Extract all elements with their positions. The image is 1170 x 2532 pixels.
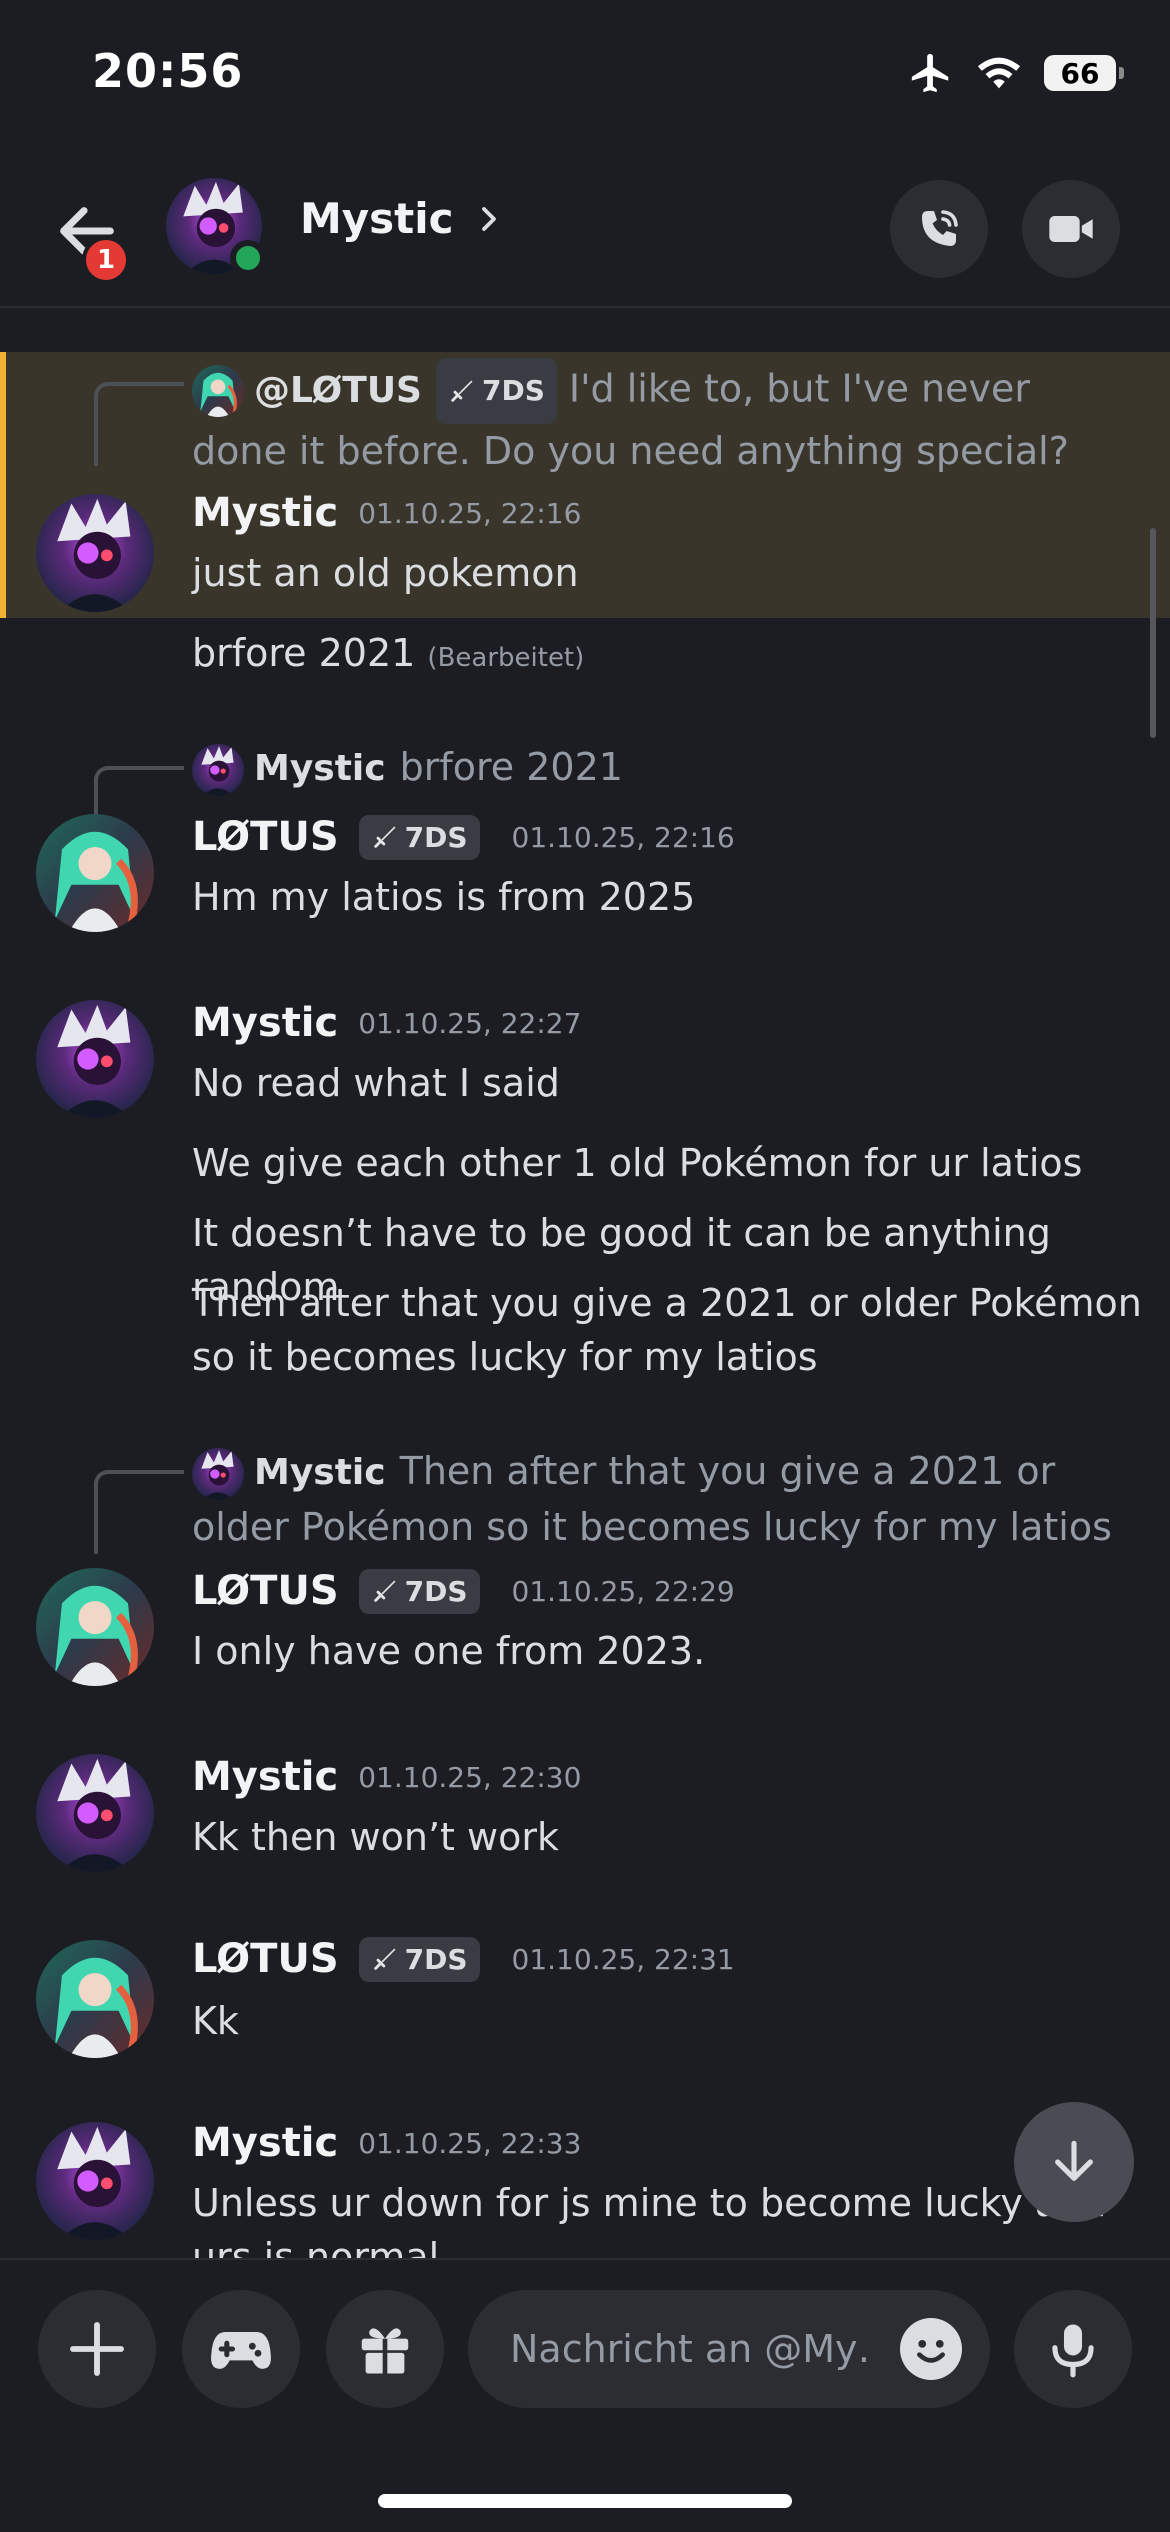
avatar[interactable] — [36, 1568, 154, 1686]
author-name[interactable]: LØTUS — [192, 814, 339, 860]
timestamp: 01.10.25, 22:16 — [358, 496, 582, 530]
server-tag: 7DS — [358, 1568, 480, 1614]
timestamp: 01.10.25, 22:31 — [511, 1942, 735, 1976]
battery-indicator: 66 — [1044, 55, 1124, 91]
avatar[interactable] — [36, 814, 154, 932]
reply-author[interactable]: Mystic — [254, 748, 386, 789]
author-name[interactable]: Mystic — [192, 1754, 338, 1800]
chat-header: 1 Mystic — [0, 150, 1170, 308]
sword-icon — [371, 1577, 399, 1605]
message-input-box[interactable] — [468, 2290, 990, 2408]
video-call-button[interactable] — [1022, 180, 1120, 278]
author-name[interactable]: Mystic — [192, 490, 338, 536]
avatar[interactable] — [36, 1754, 154, 1872]
reply-author[interactable]: @LØTUS — [254, 370, 422, 411]
avatar[interactable] — [36, 2122, 154, 2240]
message-header: Mystic 01.10.25, 22:27 — [192, 1000, 581, 1046]
avatar[interactable] — [36, 1000, 154, 1118]
gamepad-icon — [211, 2332, 271, 2369]
message-header: LØTUS 7DS 01.10.25, 22:29 — [192, 1568, 735, 1614]
timestamp: 01.10.25, 22:27 — [358, 1006, 582, 1040]
timestamp: 01.10.25, 22:29 — [511, 1574, 735, 1608]
home-indicator[interactable] — [378, 2494, 792, 2508]
reply-author[interactable]: Mystic — [254, 1452, 386, 1493]
message-text: Unless ur down for js mine to become luc… — [192, 2181, 1107, 2258]
gift-icon — [361, 2328, 409, 2374]
server-tag: 7DS — [358, 1936, 480, 1982]
online-status-dot — [230, 240, 266, 276]
message-text: brfore 2021 (Bearbeitet) — [192, 631, 585, 675]
timestamp: 01.10.25, 22:16 — [511, 820, 735, 854]
message-text: No read what I said — [192, 1061, 560, 1105]
author-name[interactable]: Mystic — [192, 2120, 338, 2166]
sword-icon — [371, 823, 399, 851]
sword-icon — [371, 1945, 399, 1973]
reply-avatar — [192, 1448, 244, 1500]
plus-icon — [70, 2322, 124, 2376]
microphone-icon — [1052, 2324, 1094, 2378]
scrollbar[interactable] — [1150, 528, 1156, 738]
voice-call-button[interactable] — [890, 180, 988, 278]
server-tag: 7DS — [358, 814, 480, 860]
message-text: Kk — [192, 1999, 239, 2043]
channel-title-button[interactable]: Mystic — [300, 194, 504, 243]
wifi-icon — [977, 57, 1021, 89]
reply-text: brfore 2021 — [399, 745, 623, 789]
message-header: LØTUS 7DS 01.10.25, 22:16 — [192, 814, 735, 860]
add-attachment-button[interactable] — [38, 2290, 156, 2408]
message-input[interactable] — [510, 2290, 870, 2408]
video-camera-icon — [1049, 216, 1093, 242]
message-text: I only have one from 2023. — [192, 1629, 706, 1673]
jump-to-latest-button[interactable] — [1014, 2102, 1134, 2222]
phone-call-icon — [922, 210, 958, 246]
page-title: Mystic — [300, 194, 454, 243]
airplane-icon — [911, 53, 949, 93]
timestamp: 01.10.25, 22:30 — [358, 1760, 582, 1794]
sword-icon — [448, 377, 476, 405]
reply-connector — [94, 1470, 184, 1554]
message-text: We give each other 1 old Pokémon for ur … — [192, 1141, 1083, 1185]
message-text: Hm my latios is from 2025 — [192, 875, 696, 919]
emoji-icon — [917, 2339, 945, 2363]
emoji-button[interactable] — [900, 2318, 962, 2380]
arrow-down-icon — [1055, 2140, 1093, 2181]
chevron-right-icon — [481, 206, 496, 231]
reply-connector — [94, 382, 184, 466]
gift-button[interactable] — [326, 2290, 444, 2408]
message-composer — [0, 2258, 1170, 2532]
reply-preview[interactable]: Mystic brfore 2021 — [192, 740, 1132, 796]
edited-label: (Bearbeitet) — [427, 643, 585, 673]
avatar[interactable] — [36, 494, 154, 612]
author-name[interactable]: LØTUS — [192, 1936, 339, 1982]
author-name[interactable]: Mystic — [192, 1000, 338, 1046]
reply-avatar — [192, 365, 244, 417]
message-text: Then after that you give a 2021 or older… — [192, 1281, 1142, 1379]
message-header: LØTUS 7DS 01.10.25, 22:31 — [192, 1936, 735, 1982]
status-bar: 20:56 66 — [0, 0, 1170, 150]
reply-preview[interactable]: @LØTUS 7DS I'd like to, but I've never don… — [192, 358, 1132, 478]
avatar[interactable] — [36, 1940, 154, 2058]
unread-badge: 1 — [82, 236, 130, 284]
author-name[interactable]: LØTUS — [192, 1568, 339, 1614]
status-time: 20:56 — [92, 44, 244, 98]
message-text: just an old pokemon — [192, 551, 579, 595]
message-header: Mystic 01.10.25, 22:30 — [192, 1754, 581, 1800]
reply-avatar — [192, 744, 244, 796]
status-icons: 66 — [908, 50, 1124, 96]
message-text: Kk then won’t work — [192, 1815, 559, 1859]
message-list[interactable]: @LØTUS 7DS I'd like to, but I've never don… — [0, 310, 1170, 2258]
message-header: Mystic 01.10.25, 22:33 — [192, 2120, 581, 2166]
voice-message-button[interactable] — [1014, 2290, 1132, 2408]
server-tag: 7DS — [435, 358, 557, 424]
activities-button[interactable] — [182, 2290, 300, 2408]
timestamp: 01.10.25, 22:33 — [358, 2126, 582, 2160]
reply-preview[interactable]: Mystic Then after that you give a 2021 or… — [192, 1444, 1132, 1554]
reply-connector — [94, 766, 184, 818]
message-header: Mystic 01.10.25, 22:16 — [192, 490, 581, 536]
